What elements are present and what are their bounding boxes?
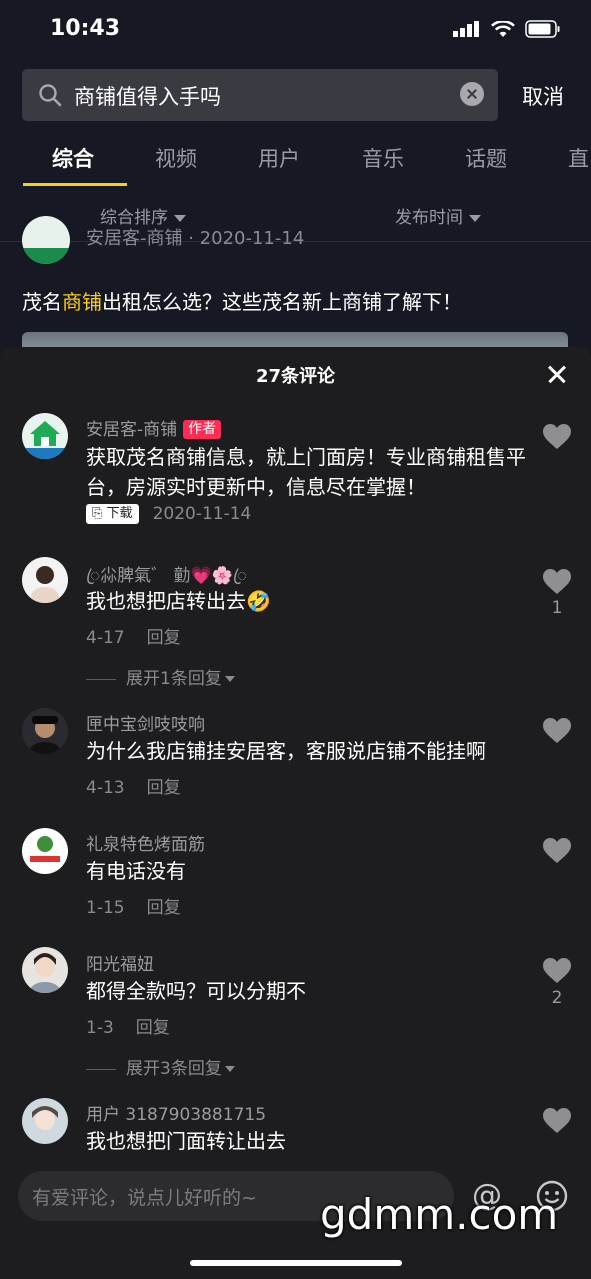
comment-meta: 1-3 回复	[86, 1013, 170, 1038]
like-heart-icon[interactable]	[543, 569, 571, 595]
comment-username[interactable]: 匣中宝剑吱吱响	[86, 710, 205, 735]
avatar[interactable]	[22, 1098, 68, 1144]
divider	[86, 1068, 116, 1070]
like-count: 1	[551, 598, 563, 618]
expand-replies-button[interactable]: 展开3条回复	[86, 1054, 235, 1079]
comment-date: 4-13	[86, 778, 125, 798]
expand-label: 展开3条回复	[126, 1059, 222, 1079]
status-time: 10:43	[50, 16, 121, 41]
avatar[interactable]	[22, 413, 68, 459]
post-title-after: 出租怎么选？这些茂名新上商铺了解下！	[102, 290, 462, 314]
expand-label: 展开1条回复	[126, 669, 222, 689]
reply-button[interactable]: 回复	[147, 898, 181, 918]
tab-live[interactable]: 直	[568, 143, 589, 173]
post-author-meta: 安居客-商铺 · 2020-11-14	[86, 228, 305, 249]
chevron-down-icon	[224, 1066, 235, 1072]
comment-date: 1-15	[86, 898, 125, 918]
wifi-icon	[491, 20, 515, 37]
status-icons	[453, 20, 561, 38]
comment-input-placeholder: 有爱评论，说点儿好听的~	[32, 1187, 257, 1209]
like-heart-icon[interactable]	[543, 1108, 571, 1134]
post-title-highlight: 商铺	[62, 290, 102, 314]
download-button[interactable]: ⎘ 下载	[86, 504, 139, 524]
comment-text: 我也想把店转出去🤣	[86, 589, 271, 613]
active-tab-indicator	[23, 183, 127, 186]
signal-icon	[453, 21, 479, 37]
expand-replies-button[interactable]: 展开1条回复	[86, 664, 235, 689]
comment-date: 1-3	[86, 1018, 114, 1038]
sort-right-label: 发布时间	[395, 208, 463, 228]
comment-username[interactable]: 阳光福妞	[86, 950, 154, 975]
watermark: gdmm.com	[320, 1190, 559, 1239]
author-badge: 作者	[183, 420, 222, 439]
like-heart-icon[interactable]	[543, 838, 571, 864]
search-icon	[39, 84, 62, 107]
like-heart-icon[interactable]	[543, 958, 571, 984]
cancel-button[interactable]: 取消	[522, 81, 564, 111]
avatar[interactable]	[22, 557, 68, 603]
comment-meta: 4-13 回复	[86, 773, 181, 798]
like-count: 2	[551, 988, 563, 1008]
chevron-down-icon	[174, 214, 186, 222]
close-icon[interactable]	[547, 364, 567, 384]
search-input[interactable]: 商铺值得入手吗	[74, 81, 221, 111]
sort-publish-time-dropdown[interactable]: 发布时间	[395, 203, 481, 228]
divider	[86, 678, 116, 680]
search-bar[interactable]: 商铺值得入手吗	[22, 69, 498, 121]
comment-text: 获取茂名商铺信息，就上门面房！专业商铺租售平台，房源实时更新中，信息尽在掌握！	[86, 445, 526, 499]
comment-text: 都得全款吗？可以分期不	[86, 979, 306, 1003]
comment-meta: 4-17 回复	[86, 623, 181, 648]
tab-music[interactable]: 音乐	[362, 143, 404, 173]
avatar[interactable]	[22, 708, 68, 754]
tab-users[interactable]: 用户	[258, 143, 300, 173]
username-text: 安居客-商铺	[86, 420, 178, 440]
comment-text: 我也想把门面转让出去	[86, 1129, 286, 1153]
comment-meta: 1-15 回复	[86, 893, 181, 918]
home-indicator	[190, 1260, 402, 1266]
comment-date: 4-17	[86, 628, 125, 648]
battery-icon	[525, 20, 560, 38]
avatar[interactable]	[22, 947, 68, 993]
comment-username[interactable]: 礼泉特色烤面筋	[86, 830, 205, 855]
comment-text: 有电话没有	[86, 859, 186, 883]
comment-username[interactable]: 用户 3187903881715	[86, 1100, 266, 1125]
tab-videos[interactable]: 视频	[155, 143, 197, 173]
comment-username[interactable]: 安居客-商铺 作者	[86, 415, 222, 440]
chevron-down-icon	[469, 214, 481, 222]
post-author-avatar[interactable]	[22, 216, 70, 264]
tab-topics[interactable]: 话题	[465, 143, 507, 173]
comments-title: 27条评论	[255, 366, 336, 387]
comment-date: 2020-11-14	[152, 504, 252, 524]
comment-text: 为什么我店铺挂安居客，客服说店铺不能挂啊	[86, 739, 486, 763]
reply-button[interactable]: 回复	[147, 628, 181, 648]
chevron-down-icon	[224, 676, 235, 682]
clear-search-icon[interactable]	[460, 82, 484, 106]
tab-comprehensive[interactable]: 综合	[52, 143, 94, 173]
like-heart-icon[interactable]	[543, 718, 571, 744]
download-label: 下载	[106, 506, 133, 521]
post-title-before: 茂名	[22, 290, 62, 314]
comment-meta: ⎘ 下载 2020-11-14	[86, 504, 251, 524]
reply-button[interactable]: 回复	[136, 1018, 170, 1038]
post-title[interactable]: 茂名商铺出租怎么选？这些茂名新上商铺了解下！	[22, 286, 462, 315]
like-heart-icon[interactable]	[543, 424, 571, 450]
avatar[interactable]	[22, 828, 68, 874]
reply-button[interactable]: 回复	[147, 778, 181, 798]
